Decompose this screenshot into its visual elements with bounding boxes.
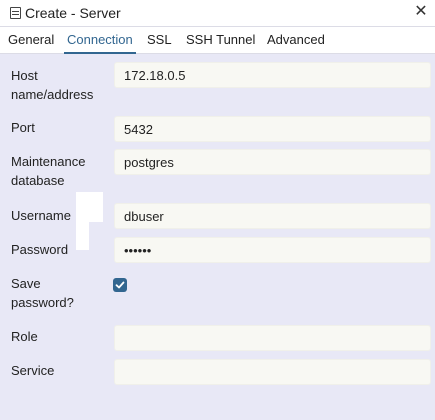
tab-general[interactable]: General bbox=[8, 27, 54, 54]
overlay-artifact bbox=[76, 192, 103, 222]
service-input[interactable] bbox=[114, 359, 431, 385]
service-label: Service bbox=[11, 363, 55, 378]
host-label: Host bbox=[11, 68, 38, 83]
username-input[interactable] bbox=[114, 203, 431, 229]
overlay-artifact-lower bbox=[76, 222, 89, 250]
password-input[interactable] bbox=[114, 237, 431, 263]
save-password-label: Save bbox=[11, 276, 41, 291]
role-label: Role bbox=[11, 329, 38, 344]
username-label: Username bbox=[11, 208, 71, 223]
server-dialog-icon bbox=[10, 7, 21, 19]
tab-connection[interactable]: Connection bbox=[64, 27, 136, 54]
save-password-checkbox[interactable] bbox=[113, 278, 127, 292]
port-input[interactable] bbox=[114, 116, 431, 142]
connection-form: Host name/address Port Maintenance datab… bbox=[0, 55, 435, 420]
dialog-title: Create - Server bbox=[25, 5, 121, 21]
check-icon bbox=[115, 281, 125, 289]
save-password-label-line2: password? bbox=[11, 295, 74, 310]
tab-advanced[interactable]: Advanced bbox=[267, 27, 325, 54]
tab-ssh-tunnel[interactable]: SSH Tunnel bbox=[186, 27, 255, 54]
host-label-line2: name/address bbox=[11, 87, 94, 102]
maintenance-db-label: Maintenance bbox=[11, 154, 86, 169]
port-label: Port bbox=[11, 120, 35, 135]
role-input[interactable] bbox=[114, 325, 431, 351]
close-icon[interactable]: ✕ bbox=[413, 3, 429, 21]
maintenance-db-input[interactable] bbox=[114, 149, 431, 175]
password-label: Password bbox=[11, 242, 69, 257]
tab-ssl[interactable]: SSL bbox=[147, 27, 172, 54]
dialog-titlebar: Create - Server ✕ bbox=[0, 0, 435, 27]
maintenance-db-label-line2: database bbox=[11, 173, 65, 188]
host-input[interactable] bbox=[114, 62, 431, 88]
tab-bar: General Connection SSL SSH Tunnel Advanc… bbox=[0, 27, 435, 54]
